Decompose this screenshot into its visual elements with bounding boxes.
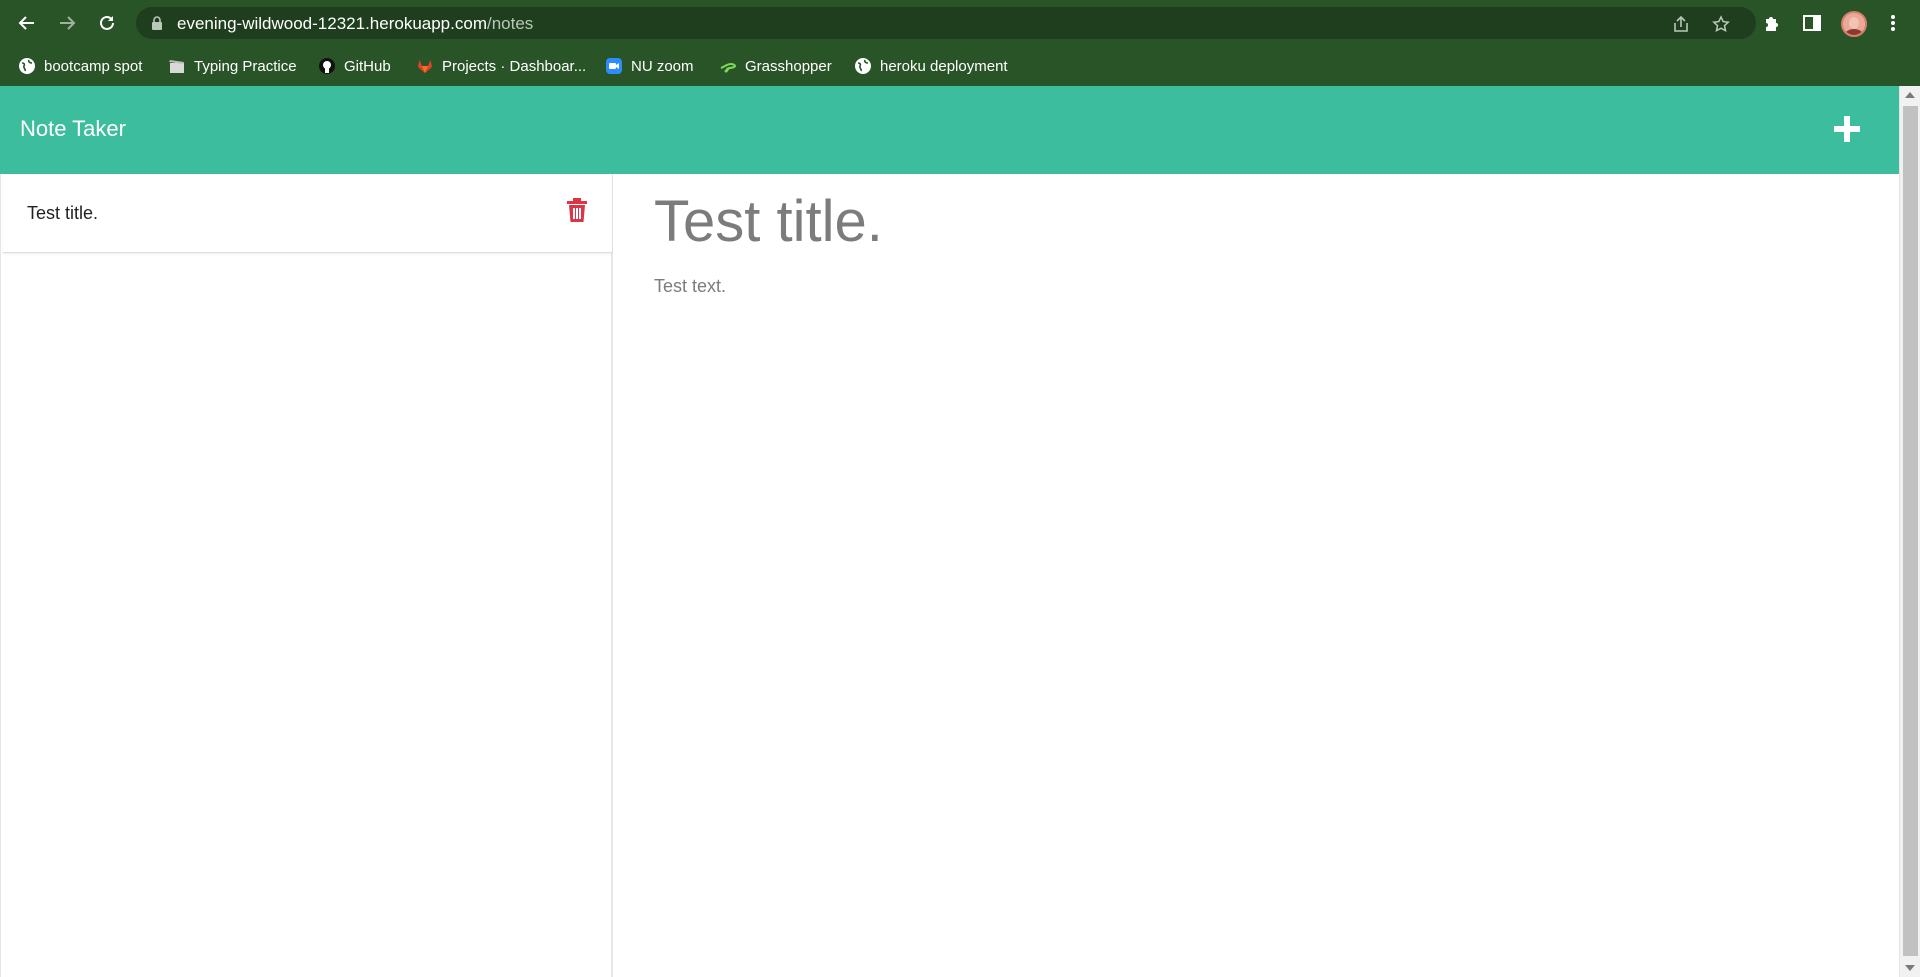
- lock-icon: [152, 16, 162, 30]
- browser-chrome: evening-wildwood-12321.herokuapp.com/not…: [0, 0, 1920, 86]
- bookmark-heroku-deployment[interactable]: heroku deployment: [854, 54, 1008, 78]
- back-button[interactable]: [12, 8, 42, 38]
- bookmark-typing-practice[interactable]: Typing Practice: [168, 54, 297, 78]
- page-scrollbar[interactable]: [1899, 86, 1920, 977]
- note-title-field[interactable]: Test title.: [654, 188, 883, 255]
- note-editor: Test title. Test text.: [614, 174, 1899, 977]
- side-panel-icon[interactable]: [1801, 12, 1823, 34]
- bookmark-github[interactable]: GitHub: [318, 54, 391, 78]
- bookmark-nu-zoom[interactable]: NU zoom: [605, 54, 694, 78]
- gitlab-icon: [416, 57, 434, 75]
- avatar-face: [1849, 17, 1859, 29]
- note-text-field[interactable]: Test text.: [654, 276, 726, 297]
- forward-arrow-icon: [60, 16, 76, 30]
- scroll-thumb[interactable]: [1903, 106, 1918, 956]
- scroll-up-arrow-icon[interactable]: [1905, 92, 1915, 98]
- bookmark-label: bootcamp spot: [44, 57, 143, 75]
- url-host: evening-wildwood-12321.herokuapp.com: [177, 14, 487, 33]
- bookmark-label: NU zoom: [631, 57, 694, 75]
- reload-icon: [100, 15, 114, 30]
- grasshopper-icon: [719, 57, 737, 75]
- bookmarks-bar: bootcamp spot Typing Practice GitHub Pro…: [0, 46, 1920, 86]
- note-list-item[interactable]: Test title.: [3, 174, 612, 253]
- profile-avatar[interactable]: [1841, 11, 1867, 37]
- bookmark-grasshopper[interactable]: Grasshopper: [719, 54, 832, 78]
- globe-icon: [854, 57, 872, 75]
- bookmark-label: Typing Practice: [194, 57, 297, 75]
- url-path: /notes: [486, 14, 534, 33]
- note-list: Test title.: [0, 174, 613, 977]
- share-icon[interactable]: [1672, 15, 1690, 33]
- bookmark-bootcamp-spot[interactable]: bootcamp spot: [18, 54, 142, 78]
- clapperboard-icon: [168, 57, 186, 75]
- bookmark-label: heroku deployment: [880, 57, 1008, 75]
- extensions-puzzle-icon[interactable]: [1761, 12, 1783, 34]
- reload-button[interactable]: [92, 8, 122, 38]
- app-brand[interactable]: Note Taker: [20, 116, 126, 142]
- browser-toolbar: evening-wildwood-12321.herokuapp.com/not…: [0, 0, 1920, 46]
- url-text: evening-wildwood-12321.herokuapp.com/not…: [177, 14, 533, 34]
- address-bar[interactable]: evening-wildwood-12321.herokuapp.com/not…: [136, 7, 1756, 39]
- note-taker-app: Note Taker Test title. Test title. Test …: [0, 86, 1899, 977]
- app-navbar: Note Taker: [0, 86, 1899, 174]
- scroll-down-arrow-icon[interactable]: [1905, 965, 1915, 971]
- bookmark-gitlab-projects[interactable]: Projects · Dashboar...: [416, 54, 586, 78]
- zoom-icon: [605, 57, 623, 75]
- note-list-item-title: Test title.: [27, 203, 99, 223]
- menu-kebab-icon[interactable]: [1882, 12, 1904, 34]
- trash-icon[interactable]: [566, 197, 588, 223]
- bookmark-label: Projects · Dashboar...: [442, 57, 587, 75]
- github-icon: [318, 57, 336, 75]
- bookmark-star-icon[interactable]: [1712, 15, 1730, 33]
- forward-button[interactable]: [52, 8, 82, 38]
- avatar-body: [1845, 29, 1863, 35]
- bookmark-label: Grasshopper: [745, 57, 832, 75]
- back-arrow-icon: [18, 16, 34, 30]
- new-note-plus-icon[interactable]: [1831, 113, 1863, 145]
- bookmark-label: GitHub: [344, 57, 391, 75]
- globe-icon: [18, 57, 36, 75]
